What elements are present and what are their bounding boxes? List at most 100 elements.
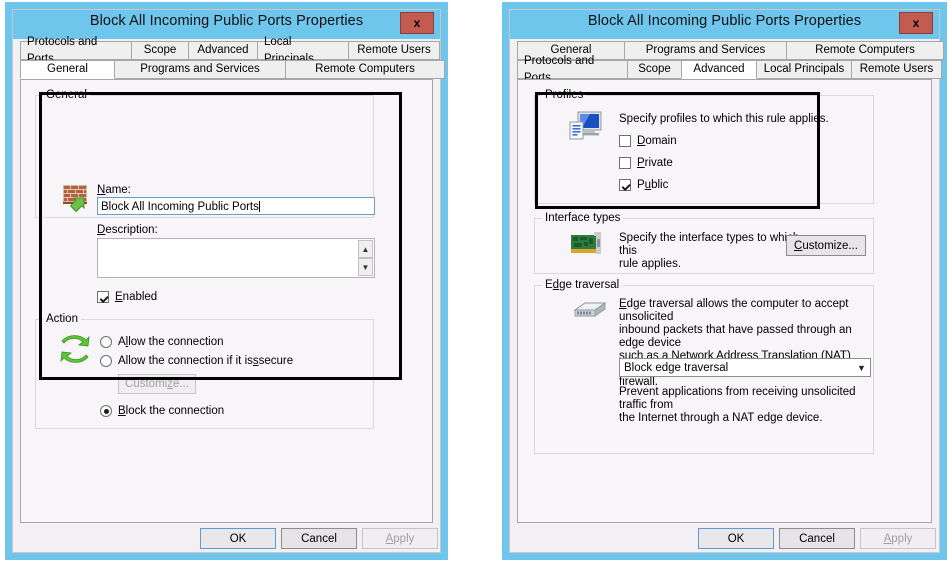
enabled-checkbox[interactable] — [97, 291, 109, 303]
description-textarea[interactable]: ▲ ▼ — [97, 238, 375, 278]
firewall-brick-icon — [63, 185, 87, 213]
label-public: Public — [637, 179, 669, 191]
edge-hint-line1: Prevent applications from receiving unso… — [619, 386, 856, 411]
tab-label: Remote Computers — [315, 63, 415, 75]
description-label: Description: — [97, 224, 158, 236]
ok-button[interactable]: OK — [698, 528, 774, 549]
edge-traversal-value: Block edge traversal — [624, 361, 729, 374]
tab-row-top: Protocols and Ports Scope Advanced Local… — [20, 36, 440, 65]
tab-row-bottom: Protocols and Ports Scope Advanced Local… — [517, 55, 942, 84]
tab-label: Advanced — [693, 63, 745, 75]
customize-label: Customize... — [125, 378, 189, 390]
tab-scope[interactable]: Scope — [627, 60, 682, 79]
window-title: Block All Incoming Public Ports Properti… — [89, 13, 364, 29]
window-advanced: Block All Incoming Public Ports Properti… — [502, 2, 947, 560]
window-title: Block All Incoming Public Ports Properti… — [587, 13, 862, 29]
label-allow-connection-secure: Allow the connection if it isssecure — [118, 355, 294, 367]
edge-traversal-select[interactable]: Block edge traversal ▼ — [619, 358, 871, 377]
tab-label: Scope — [638, 63, 671, 75]
tab-remote-computers[interactable]: Remote Computers — [786, 41, 944, 60]
tab-label: Scope — [143, 44, 177, 56]
profiles-description: Specify profiles to which this rule appl… — [619, 113, 829, 125]
scroll-up-icon[interactable]: ▲ — [358, 240, 373, 258]
tab-label: Remote Computers — [815, 44, 915, 56]
edge-description-line2: inbound packets that have passed through… — [619, 324, 852, 349]
text-caret — [258, 201, 260, 212]
customize-button-action: Customize... — [118, 374, 196, 394]
tab-scope[interactable]: Scope — [131, 41, 189, 60]
chevron-down-icon[interactable]: ▼ — [853, 359, 870, 376]
group-title-action: Action — [43, 313, 81, 325]
cancel-button[interactable]: Cancel — [281, 528, 357, 549]
ok-label: OK — [727, 532, 745, 545]
radio-allow-connection-secure[interactable] — [100, 355, 112, 367]
tab-advanced[interactable]: Advanced — [681, 60, 757, 79]
window-general: Block All Incoming Public Ports Properti… — [5, 2, 448, 560]
name-label: Name: — [97, 184, 131, 196]
tab-label: Programs and Services — [140, 63, 260, 75]
tab-protocols-and-ports[interactable]: Protocols and Ports — [517, 55, 628, 84]
titlebar-advanced: Block All Incoming Public Ports Properti… — [510, 10, 939, 39]
close-icon[interactable]: x — [400, 12, 434, 34]
window-inner-general: Block All Incoming Public Ports Properti… — [12, 9, 445, 553]
group-title-profiles: Profiles — [542, 89, 587, 101]
apply-button: Apply — [860, 528, 936, 549]
group-title-general: General — [43, 89, 90, 101]
radio-allow-connection[interactable] — [100, 336, 112, 348]
network-card-icon — [571, 232, 601, 254]
label-private: Private — [637, 157, 673, 169]
tab-protocols-and-ports[interactable]: Protocols and Ports — [20, 36, 132, 65]
tab-strip-general: Protocols and Ports Scope Advanced Local… — [20, 36, 445, 79]
action-arrows-icon — [60, 335, 90, 363]
tab-strip-advanced: General Programs and Services Remote Com… — [517, 41, 944, 84]
checkbox-public[interactable] — [619, 179, 631, 191]
tab-remote-users[interactable]: Remote Users — [348, 41, 440, 60]
tab-content-panel-general: General Name: Block All Incoming Public … — [20, 79, 433, 523]
apply-label: Apply — [883, 532, 913, 545]
tab-row-bottom: General Programs and Services Remote Com… — [20, 60, 445, 79]
cancel-button[interactable]: Cancel — [779, 528, 855, 549]
tab-programs-and-services[interactable]: Programs and Services — [114, 60, 286, 79]
tab-label: Local Principals — [763, 63, 845, 75]
name-input[interactable]: Block All Incoming Public Ports — [97, 197, 375, 215]
customize-label: Customize... — [794, 239, 858, 252]
label-allow-connection: Allow the connection — [118, 336, 224, 348]
name-input-value: Block All Incoming Public Ports — [101, 201, 259, 213]
tab-programs-and-services[interactable]: Programs and Services — [624, 41, 787, 60]
group-title-interface-types: Interface types — [542, 212, 624, 224]
tab-label: Advanced — [197, 44, 249, 56]
enabled-label: Enabled — [115, 291, 158, 303]
tab-advanced[interactable]: Advanced — [188, 41, 258, 60]
cancel-label: Cancel — [799, 532, 835, 545]
tab-local-principals[interactable]: Local Principals — [756, 60, 852, 79]
edge-hint: Prevent applications from receiving unso… — [619, 386, 879, 425]
tab-label: Remote Users — [357, 44, 431, 56]
monitor-profiles-icon — [569, 111, 602, 140]
tab-label: Programs and Services — [645, 44, 766, 56]
ok-button[interactable]: OK — [200, 528, 276, 549]
label-domain: Domain — [637, 135, 677, 147]
close-icon[interactable]: x — [899, 12, 933, 34]
cancel-label: Cancel — [301, 532, 337, 545]
ok-label: OK — [229, 532, 247, 545]
tab-remote-users[interactable]: Remote Users — [851, 60, 942, 79]
checkbox-private[interactable] — [619, 157, 631, 169]
tab-label: General — [47, 63, 88, 75]
checkbox-domain[interactable] — [619, 135, 631, 147]
radio-block-connection[interactable] — [100, 405, 112, 417]
scroll-down-icon[interactable]: ▼ — [358, 258, 373, 276]
tab-label: Remote Users — [859, 63, 934, 75]
apply-button: Apply — [362, 528, 438, 549]
edge-hint-line2: the Internet through a NAT edge device. — [619, 412, 823, 424]
tab-general[interactable]: General — [20, 60, 115, 79]
tab-local-principals[interactable]: Local Principals — [257, 36, 349, 65]
tab-remote-computers[interactable]: Remote Computers — [285, 60, 445, 79]
window-inner-advanced: Block All Incoming Public Ports Properti… — [509, 9, 944, 553]
edge-description-line1: Edge traversal allows the computer to ac… — [619, 298, 849, 323]
interface-description-line2: rule applies. — [619, 258, 682, 270]
apply-label: Apply — [385, 532, 415, 545]
edge-device-icon — [573, 302, 607, 317]
tab-content-panel-advanced: Profiles Specify profiles to which this … — [517, 79, 932, 523]
customize-button-interface[interactable]: Customize... — [786, 235, 866, 256]
group-title-edge-traversal: Edge traversal — [542, 279, 623, 291]
